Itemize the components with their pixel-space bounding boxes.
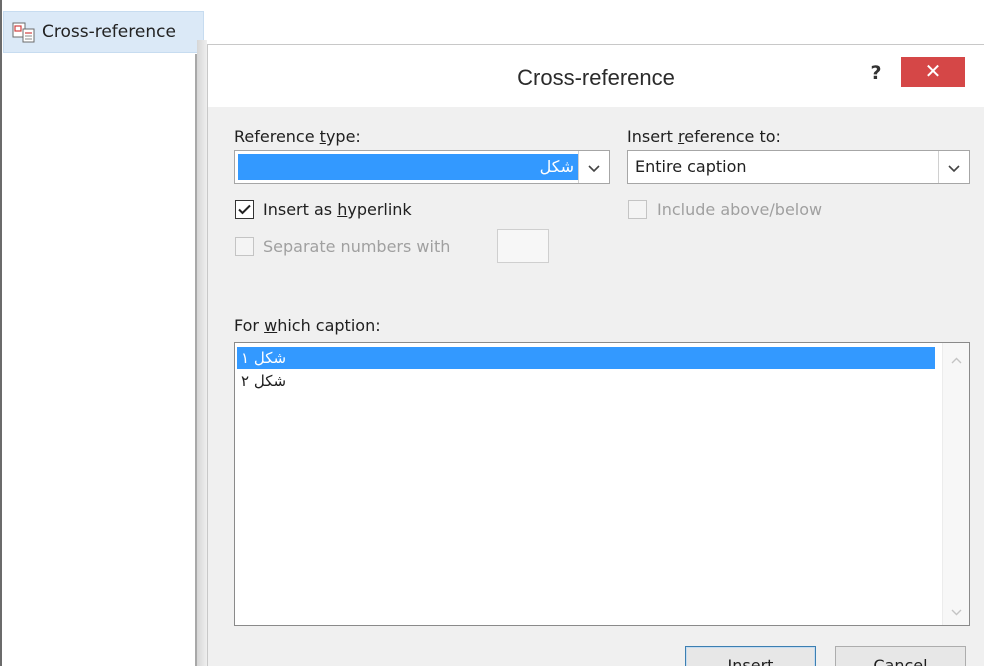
include-above-below-checkbox — [628, 200, 647, 219]
separate-numbers-input — [497, 229, 549, 263]
insert-reference-to-dropdown-arrow[interactable] — [938, 151, 969, 183]
scroll-up-button[interactable] — [943, 347, 969, 369]
reference-type-dropdown-arrow[interactable] — [578, 151, 609, 183]
list-item[interactable]: شکل ۲ — [237, 370, 286, 392]
caption-list-scrollbar[interactable] — [942, 343, 969, 625]
scroll-down-button[interactable] — [943, 599, 969, 621]
dialog-titlebar[interactable]: Cross-reference ? ✕ — [208, 45, 984, 107]
document-edge — [0, 0, 2, 666]
insert-reference-to-value: Entire caption — [635, 157, 747, 176]
list-item[interactable]: شکل ۱ — [237, 347, 935, 369]
caption-listbox[interactable]: شکل ۱ شکل ۲ — [234, 342, 970, 626]
cross-reference-ribbon-button[interactable]: Cross-reference — [3, 11, 204, 53]
dialog-body: Reference type: شکل Insert reference to:… — [208, 107, 984, 666]
caption-item-label: شکل ۱ — [241, 349, 287, 367]
for-which-caption-label: For which caption: — [234, 316, 381, 335]
insert-as-hyperlink-checkbox[interactable] — [235, 200, 254, 219]
cross-reference-ribbon-label: Cross-reference — [42, 22, 176, 42]
reference-type-value: شکل — [238, 154, 578, 180]
checkmark-icon — [238, 200, 251, 219]
chevron-down-icon — [948, 158, 960, 177]
separate-numbers-label: Separate numbers with — [263, 237, 451, 256]
dialog-shadow — [197, 40, 207, 666]
insert-button[interactable]: Insert — [685, 646, 816, 666]
insert-reference-to-dropdown[interactable]: Entire caption — [627, 150, 970, 184]
insert-reference-to-label: Insert reference to: — [627, 127, 781, 146]
cross-reference-dialog: Cross-reference ? ✕ Reference type: شکل … — [207, 44, 984, 666]
chevron-up-icon — [951, 349, 962, 368]
caption-item-label: شکل ۲ — [241, 372, 287, 390]
separate-numbers-checkbox — [235, 237, 254, 256]
reference-type-label: Reference type: — [234, 127, 361, 146]
chevron-down-icon — [951, 601, 962, 620]
include-above-below-label: Include above/below — [657, 200, 823, 219]
screen: Cross-reference Cross-reference ? ✕ Refe… — [0, 0, 984, 666]
insert-as-hyperlink-label[interactable]: Insert as hyperlink — [263, 200, 412, 219]
close-icon: ✕ — [924, 59, 942, 83]
reference-type-dropdown[interactable]: شکل — [234, 150, 610, 184]
cross-reference-icon — [12, 21, 36, 43]
chevron-down-icon — [588, 158, 600, 177]
cancel-button[interactable]: Cancel — [835, 646, 966, 666]
help-button[interactable]: ? — [863, 59, 889, 87]
close-button[interactable]: ✕ — [901, 57, 965, 87]
